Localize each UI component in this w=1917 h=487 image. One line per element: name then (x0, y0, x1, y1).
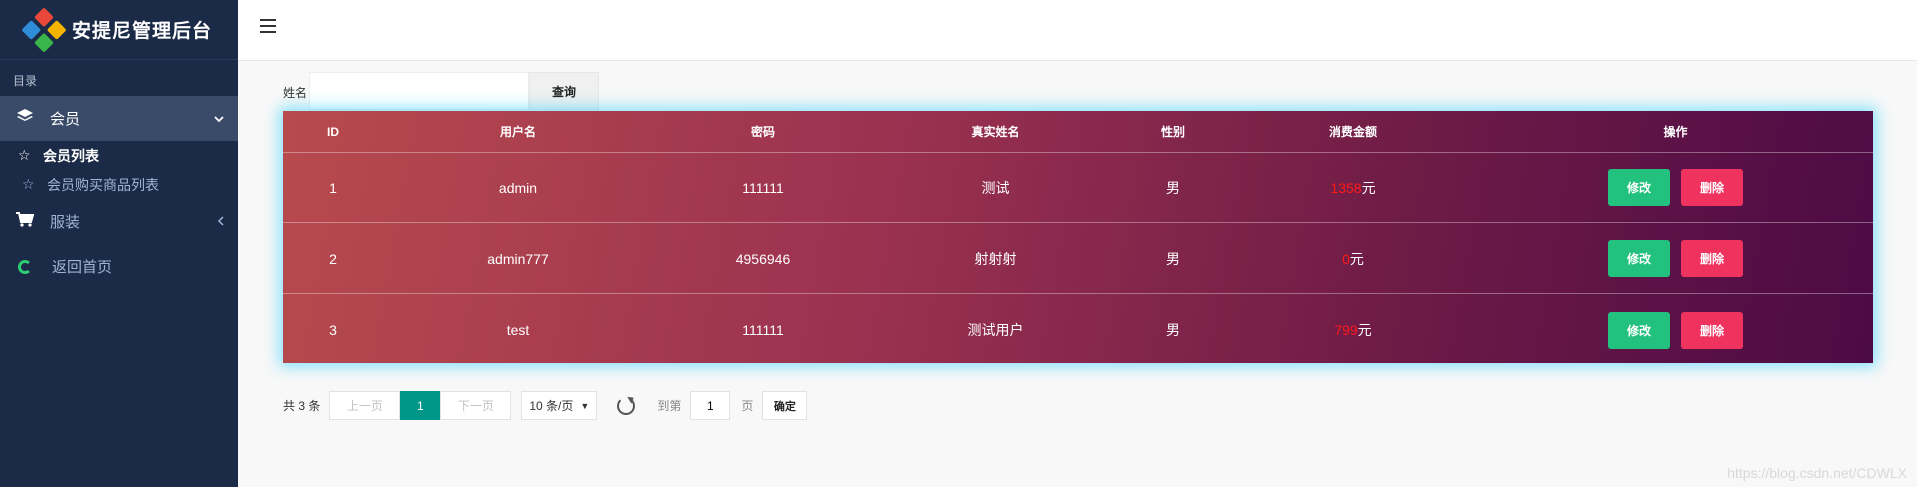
cell-amount: 799元 (1228, 320, 1478, 340)
goto-confirm-button[interactable]: 确定 (762, 391, 808, 420)
edit-button[interactable]: 修改 (1608, 240, 1670, 277)
chevron-left-icon (217, 214, 224, 229)
goto-page-input[interactable] (690, 391, 731, 420)
table-row: 2 admin777 4956946 射射射 男 0元 修改 删除 (283, 224, 1873, 294)
col-header-id: ID (327, 124, 339, 139)
cell-username: admin777 (487, 250, 549, 267)
cell-realname: 射射射 (974, 250, 1017, 267)
col-header-username: 用户名 (499, 125, 536, 139)
prev-page-button[interactable]: 上一页 (329, 391, 401, 420)
ring-icon (18, 259, 32, 274)
star-outline-icon: ☆ (22, 176, 35, 192)
cell-id: 3 (329, 322, 337, 338)
cart-icon (16, 211, 35, 232)
delete-button[interactable]: 删除 (1681, 311, 1743, 349)
table-row: 3 test 111111 测试用户 男 799元 修改 删除 (283, 295, 1873, 365)
cell-amount: 0元 (1228, 249, 1478, 269)
member-table: ID 用户名 密码 真实姓名 性别 消费金额 操作 1 admin 111111… (283, 111, 1873, 363)
cell-id: 1 (329, 179, 337, 196)
chevron-down-icon (214, 111, 224, 126)
sidebar-item-home[interactable]: 返回首页 (0, 244, 238, 289)
cell-username: test (506, 322, 530, 338)
total-count: 共 3 条 (283, 399, 321, 413)
cell-password: 4956946 (735, 250, 791, 267)
amount-value: 1358 (1330, 179, 1362, 196)
watermark: https://blog.csdn.net/CDWLX (1727, 465, 1907, 481)
cell-realname: 测试用户 (967, 322, 1024, 338)
table-row: 1 admin 111111 测试 男 1358元 修改 删除 (283, 153, 1873, 223)
sidebar-item-members[interactable]: 会员 (0, 96, 238, 141)
page-size-value: 10 条/页 (529, 399, 574, 413)
cell-sex: 男 (1166, 250, 1180, 267)
amount-unit: 元 (1349, 250, 1364, 267)
col-header-password: 密码 (750, 125, 775, 139)
cell-sex: 男 (1166, 179, 1180, 196)
sidebar-item-label: 服装 (50, 214, 81, 231)
table-header: ID 用户名 密码 真实姓名 性别 消费金额 操作 (283, 111, 1873, 153)
next-page-button[interactable]: 下一页 (440, 391, 512, 420)
delete-button[interactable]: 删除 (1681, 169, 1743, 206)
page-unit-label: 页 (741, 399, 754, 413)
cell-sex: 男 (1166, 322, 1180, 338)
cell-actions: 修改 删除 (1478, 311, 1873, 349)
sidebar-subitem-member-purchases[interactable]: ☆ 会员购买商品列表 (0, 170, 238, 199)
cell-username: admin (498, 179, 538, 196)
sidebar-item-label: 返回首页 (52, 259, 113, 276)
col-header-actions: 操作 (1663, 125, 1688, 139)
goto-label: 到第 (657, 399, 682, 413)
sidebar-item-label: 会员 (50, 111, 81, 128)
sidebar-item-clothing[interactable]: 服装 (0, 199, 238, 244)
edit-button[interactable]: 修改 (1608, 169, 1670, 206)
dropdown-triangle-icon: ▼ (580, 400, 590, 411)
logo-icon (21, 6, 67, 53)
col-header-sex: 性别 (1160, 125, 1185, 139)
delete-button[interactable]: 删除 (1681, 240, 1743, 277)
star-icon: ☆ (18, 147, 31, 163)
pagination: 共 3 条 上一页 1 下一页 10 条/页 ▼ 到第 页 确定 (283, 391, 808, 420)
current-page-button[interactable]: 1 (400, 391, 441, 420)
menu-toggle-icon[interactable] (260, 19, 276, 33)
col-header-amount: 消费金额 (1328, 125, 1377, 139)
sidebar-subitem-label: 会员列表 (43, 147, 99, 164)
app-title: 安提尼管理后台 (72, 21, 213, 42)
layers-icon (16, 109, 34, 128)
sidebar-subitem-label: 会员购买商品列表 (47, 176, 159, 193)
sidebar-subitem-member-list[interactable]: ☆ 会员列表 (0, 141, 238, 170)
edit-button[interactable]: 修改 (1608, 311, 1670, 349)
cell-actions: 修改 删除 (1478, 240, 1873, 277)
menu-caption: 目录 (13, 74, 38, 88)
cell-amount: 1358元 (1228, 178, 1478, 198)
page-size-select[interactable]: 10 条/页 ▼ (521, 391, 598, 420)
refresh-icon[interactable] (617, 396, 636, 415)
cell-id: 2 (329, 250, 337, 267)
col-header-realname: 真实姓名 (971, 125, 1020, 139)
sidebar: 安提尼管理后台 目录 会员 ☆ 会员列表 ☆ 会员购买商品列表 服装 返回首页 (0, 0, 238, 487)
cell-password: 111111 (742, 322, 784, 338)
search-button[interactable]: 查询 (529, 72, 599, 110)
amount-unit: 元 (1357, 322, 1372, 338)
top-bar (238, 0, 1917, 61)
cell-realname: 测试 (981, 179, 1010, 196)
brand[interactable]: 安提尼管理后台 (0, 0, 238, 60)
cell-actions: 修改 删除 (1478, 169, 1873, 206)
cell-password: 111111 (742, 179, 784, 196)
amount-unit: 元 (1361, 179, 1376, 196)
name-search-input[interactable] (309, 72, 529, 110)
amount-value: 0 (1342, 250, 1350, 267)
amount-value: 799 (1334, 322, 1358, 338)
search-label: 姓名 (283, 86, 308, 100)
